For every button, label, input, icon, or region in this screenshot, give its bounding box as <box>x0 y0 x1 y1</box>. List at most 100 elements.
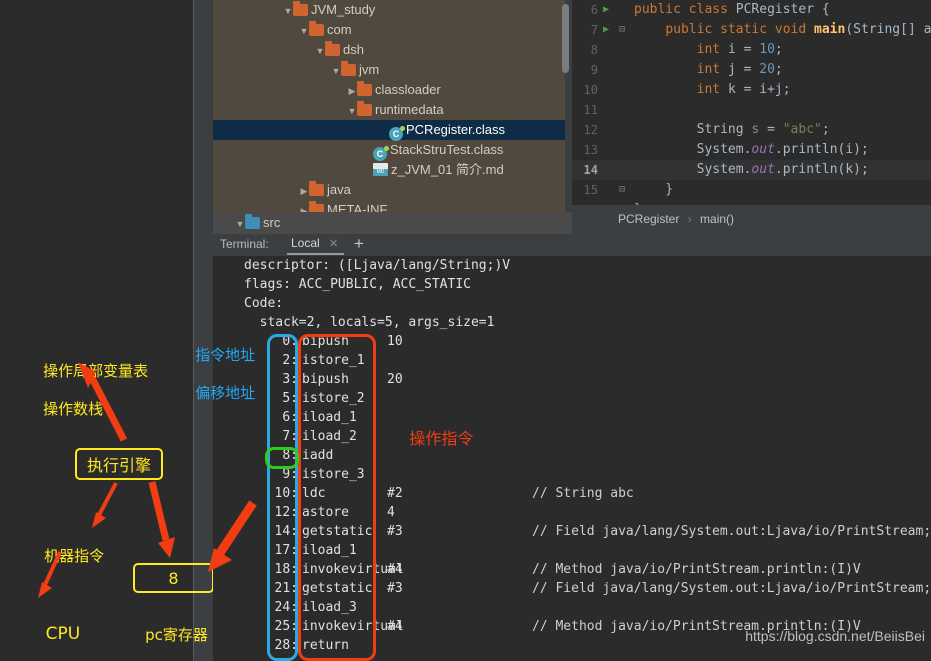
tree-item[interactable]: ▼ jvm <box>213 60 572 80</box>
tree-item[interactable]: ▼ src <box>213 212 572 234</box>
tree-item-label: runtimedata <box>375 102 444 117</box>
bytecode-offset: 0: <box>282 334 298 349</box>
tree-scrollbar-thumb[interactable] <box>562 4 569 73</box>
bytecode-operand: 4 <box>387 505 395 520</box>
code-line[interactable]: 9 int j = 20; <box>572 60 931 80</box>
close-icon[interactable]: ✕ <box>329 237 338 250</box>
bytecode-opcode: istore_2 <box>302 391 365 406</box>
chevron-icon[interactable]: ▼ <box>347 101 357 121</box>
bytecode-opcode: iload_3 <box>302 600 357 615</box>
annotation-pc-register: pc寄存器 <box>126 607 208 661</box>
code-line[interactable]: 13 System.out.println(i); <box>572 140 931 160</box>
bytecode-line: 9: istore_3 <box>213 465 931 484</box>
bytecode-line: 7: iload_2 <box>213 427 931 446</box>
code-line[interactable]: 12 String s = "abc"; <box>572 120 931 140</box>
breadcrumb[interactable]: PCRegister › main() <box>572 205 931 234</box>
chevron-icon[interactable]: ▼ <box>315 41 325 61</box>
code-text: public static void main(String[] args <box>665 22 931 37</box>
breadcrumb-class[interactable]: PCRegister <box>618 212 679 226</box>
bytecode-line: 10: ldc #2 // String abc <box>213 484 931 503</box>
tree-item[interactable]: ▶ java <box>213 180 572 200</box>
bytecode-opcode: bipush <box>302 334 349 349</box>
bytecode-comment: // Field java/lang/System.out:Ljava/io/P… <box>532 524 931 539</box>
project-tree-src-row[interactable]: ▼ src <box>213 212 572 234</box>
code-line[interactable]: 8 int i = 10; <box>572 40 931 60</box>
annotation-pc-label: pc寄存器 <box>145 626 208 644</box>
fold-gutter-icon[interactable]: ⊟ <box>619 180 629 200</box>
code-line[interactable]: 11 <box>572 100 931 120</box>
code-text: int j = 20; <box>696 62 783 77</box>
chevron-icon[interactable]: ▼ <box>283 1 293 21</box>
bytecode-opcode: iload_1 <box>302 410 357 425</box>
bytecode-operand: 20 <box>387 372 403 387</box>
bytecode-line: 0: bipush 10 <box>213 332 931 351</box>
terminal-tab-local[interactable]: Local <box>291 236 320 250</box>
fold-gutter-icon[interactable]: ⊟ <box>619 20 629 40</box>
tree-item[interactable]: ▼ JVM_study <box>213 0 572 20</box>
code-line[interactable]: 15 ⊟ } <box>572 180 931 200</box>
bytecode-operand: #2 <box>387 486 403 501</box>
run-gutter-icon[interactable]: ▶ <box>603 20 613 40</box>
tree-item[interactable]: ▶CStackStruTest.class <box>213 140 572 161</box>
annotation-stack-line2: 操作数栈 <box>43 400 104 418</box>
java-class-icon: C <box>373 146 389 161</box>
tree-item[interactable]: ▼ com <box>213 20 572 40</box>
annotation-blue-line2: 偏移地址 <box>195 384 256 402</box>
bytecode-line: 8: iadd <box>213 446 931 465</box>
line-number: 12 <box>583 123 598 137</box>
tree-item[interactable]: ▼ runtimedata <box>213 100 572 120</box>
code-text: public class PCRegister { <box>634 2 830 17</box>
bytecode-opcode: return <box>302 638 349 653</box>
terminal-line: Code: <box>244 296 284 311</box>
tree-item[interactable]: ▶ META-INF <box>213 200 572 212</box>
tree-item-label: com <box>327 22 352 37</box>
folder-orange-icon <box>325 41 340 56</box>
tree-item-label: JVM_study <box>311 2 376 17</box>
bytecode-offset: 3: <box>282 372 298 387</box>
annotation-engine-label: 执行引擎 <box>86 456 151 475</box>
line-number: 13 <box>583 143 598 157</box>
line-number: 10 <box>583 83 598 97</box>
project-tree-panel[interactable]: ▼ JVM_study ▼ com ▼ dsh ▼ jvm ▶ classloader ▼ runti… <box>213 0 572 212</box>
bytecode-line: 2: istore_1 <box>213 351 931 370</box>
bytecode-line: 6: iload_1 <box>213 408 931 427</box>
breadcrumb-method[interactable]: main() <box>700 212 734 226</box>
code-line[interactable]: 14 System.out.println(k); <box>572 160 931 180</box>
annotation-pc-value: 8 <box>168 568 179 588</box>
annotation-stack-line1: 操作局部变量表 <box>43 362 149 380</box>
terminal-output[interactable]: descriptor: ([Ljava/lang/String;)V flags:… <box>213 256 931 661</box>
bytecode-line: 18: invokevirtual #4// Method java/io/Prin… <box>213 560 931 579</box>
plus-icon[interactable]: + <box>354 234 364 254</box>
bytecode-line: 3: bipush 20 <box>213 370 931 389</box>
markdown-file-icon <box>373 163 388 176</box>
folder-orange-icon <box>309 21 324 36</box>
chevron-icon[interactable]: ▶ <box>347 81 357 101</box>
tree-item-label: src <box>263 215 281 230</box>
bytecode-line: 12: astore 4 <box>213 503 931 522</box>
chevron-icon[interactable]: ▼ <box>331 61 341 81</box>
annotation-blue-line1: 指令地址 <box>195 346 256 364</box>
chevron-icon[interactable]: ▼ <box>299 21 309 41</box>
tree-item-label: jvm <box>359 62 380 77</box>
bytecode-offset: 8: <box>282 448 298 463</box>
chevron-icon[interactable]: ▼ <box>235 213 245 235</box>
annotation-box-execution-engine: 执行引擎 <box>75 448 163 480</box>
code-line[interactable]: 10 int k = i+j; <box>572 80 931 100</box>
terminal-label: Terminal: <box>220 237 269 251</box>
tree-item[interactable]: ▼ dsh <box>213 40 572 60</box>
tree-item[interactable]: ▶ classloader <box>213 80 572 100</box>
annotation-box-pc-register: 8 <box>133 563 214 593</box>
bytecode-operand: #4 <box>387 619 403 634</box>
chevron-icon[interactable]: ▶ <box>299 201 309 212</box>
bytecode-comment: // Field java/lang/System.out:Ljava/io/P… <box>532 581 931 596</box>
tree-item[interactable]: ▶CPCRegister.class <box>213 120 572 141</box>
run-gutter-icon[interactable]: ▶ <box>603 0 613 20</box>
tree-item[interactable]: ▶z_JVM_01 简介.md <box>213 160 572 180</box>
bytecode-comment: // Method java/io/PrintStream.println:(I… <box>532 562 861 577</box>
code-line[interactable]: 6 ▶ public class PCRegister { <box>572 0 931 20</box>
bytecode-offset: 12: <box>274 505 298 520</box>
code-line[interactable]: 7 ▶ ⊟ public static void main(String[] arg… <box>572 20 931 40</box>
bytecode-operand: #3 <box>387 524 403 539</box>
code-editor-panel[interactable]: 6 ▶ public class PCRegister {7 ▶ ⊟ public st… <box>572 0 931 205</box>
chevron-icon[interactable]: ▶ <box>299 181 309 201</box>
